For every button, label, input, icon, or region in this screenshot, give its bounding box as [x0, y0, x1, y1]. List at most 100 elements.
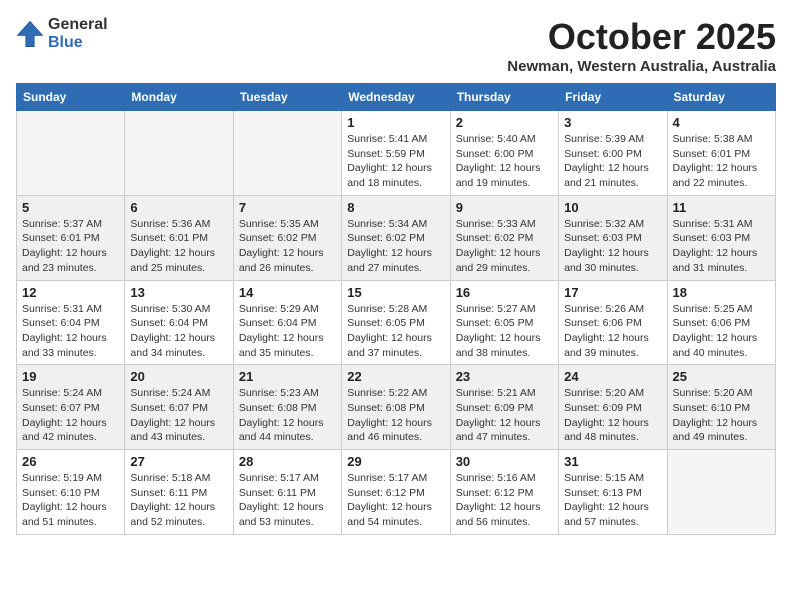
calendar-cell: 26 Sunrise: 5:19 AM Sunset: 6:10 PM Dayli…	[17, 450, 125, 535]
day-info: Sunrise: 5:28 AM Sunset: 6:05 PM Dayligh…	[347, 302, 444, 361]
day-info: Sunrise: 5:27 AM Sunset: 6:05 PM Dayligh…	[456, 302, 553, 361]
calendar-cell: 6 Sunrise: 5:36 AM Sunset: 6:01 PM Daylig…	[125, 195, 233, 280]
calendar-cell: 10 Sunrise: 5:32 AM Sunset: 6:03 PM Dayli…	[559, 195, 667, 280]
day-number: 28	[239, 454, 336, 469]
day-number: 7	[239, 200, 336, 215]
day-number: 23	[456, 369, 553, 384]
day-info: Sunrise: 5:20 AM Sunset: 6:10 PM Dayligh…	[673, 386, 770, 445]
day-info: Sunrise: 5:18 AM Sunset: 6:11 PM Dayligh…	[130, 471, 227, 530]
calendar-cell	[233, 111, 341, 196]
day-number: 27	[130, 454, 227, 469]
day-info: Sunrise: 5:37 AM Sunset: 6:01 PM Dayligh…	[22, 217, 119, 276]
calendar-cell: 23 Sunrise: 5:21 AM Sunset: 6:09 PM Dayli…	[450, 365, 558, 450]
day-number: 21	[239, 369, 336, 384]
day-number: 30	[456, 454, 553, 469]
calendar-cell: 28 Sunrise: 5:17 AM Sunset: 6:11 PM Dayli…	[233, 450, 341, 535]
day-info: Sunrise: 5:41 AM Sunset: 5:59 PM Dayligh…	[347, 132, 444, 191]
day-info: Sunrise: 5:25 AM Sunset: 6:06 PM Dayligh…	[673, 302, 770, 361]
day-number: 10	[564, 200, 661, 215]
day-info: Sunrise: 5:17 AM Sunset: 6:11 PM Dayligh…	[239, 471, 336, 530]
day-number: 29	[347, 454, 444, 469]
calendar-cell: 19 Sunrise: 5:24 AM Sunset: 6:07 PM Dayli…	[17, 365, 125, 450]
logo-icon	[16, 20, 44, 48]
day-info: Sunrise: 5:26 AM Sunset: 6:06 PM Dayligh…	[564, 302, 661, 361]
weekday-header-monday: Monday	[125, 84, 233, 111]
day-number: 19	[22, 369, 119, 384]
calendar-cell: 21Sunrise: 5:23 AM Sunset: 6:08 PM Dayli…	[233, 365, 341, 450]
day-info: Sunrise: 5:24 AM Sunset: 6:07 PM Dayligh…	[130, 386, 227, 445]
day-number: 14	[239, 285, 336, 300]
day-number: 4	[673, 115, 770, 130]
calendar-cell	[125, 111, 233, 196]
day-info: Sunrise: 5:31 AM Sunset: 6:03 PM Dayligh…	[673, 217, 770, 276]
day-info: Sunrise: 5:15 AM Sunset: 6:13 PM Dayligh…	[564, 471, 661, 530]
calendar-cell: 1Sunrise: 5:41 AM Sunset: 5:59 PM Daylig…	[342, 111, 450, 196]
weekday-header-sunday: Sunday	[17, 84, 125, 111]
day-info: Sunrise: 5:40 AM Sunset: 6:00 PM Dayligh…	[456, 132, 553, 191]
weekday-header-saturday: Saturday	[667, 84, 775, 111]
day-info: Sunrise: 5:24 AM Sunset: 6:07 PM Dayligh…	[22, 386, 119, 445]
calendar-cell: 22Sunrise: 5:22 AM Sunset: 6:08 PM Dayli…	[342, 365, 450, 450]
calendar-cell: 31 Sunrise: 5:15 AM Sunset: 6:13 PM Dayli…	[559, 450, 667, 535]
day-number: 6	[130, 200, 227, 215]
calendar-cell	[17, 111, 125, 196]
calendar: SundayMondayTuesdayWednesdayThursdayFrid…	[16, 83, 776, 535]
day-number: 24	[564, 369, 661, 384]
weekday-header-wednesday: Wednesday	[342, 84, 450, 111]
day-info: Sunrise: 5:19 AM Sunset: 6:10 PM Dayligh…	[22, 471, 119, 530]
day-number: 18	[673, 285, 770, 300]
day-info: Sunrise: 5:36 AM Sunset: 6:01 PM Dayligh…	[130, 217, 227, 276]
page-header: General Blue October 2025 Newman, Wester…	[16, 16, 776, 75]
day-info: Sunrise: 5:35 AM Sunset: 6:02 PM Dayligh…	[239, 217, 336, 276]
day-info: Sunrise: 5:16 AM Sunset: 6:12 PM Dayligh…	[456, 471, 553, 530]
calendar-cell: 15 Sunrise: 5:28 AM Sunset: 6:05 PM Dayli…	[342, 280, 450, 365]
calendar-cell: 8 Sunrise: 5:34 AM Sunset: 6:02 PM Daylig…	[342, 195, 450, 280]
day-number: 8	[347, 200, 444, 215]
day-info: Sunrise: 5:17 AM Sunset: 6:12 PM Dayligh…	[347, 471, 444, 530]
calendar-cell: 9Sunrise: 5:33 AM Sunset: 6:02 PM Daylig…	[450, 195, 558, 280]
day-number: 31	[564, 454, 661, 469]
day-number: 22	[347, 369, 444, 384]
calendar-cell: 27 Sunrise: 5:18 AM Sunset: 6:11 PM Dayli…	[125, 450, 233, 535]
month-title: October 2025	[507, 16, 776, 58]
logo-blue: Blue	[48, 34, 108, 52]
day-number: 25	[673, 369, 770, 384]
day-number: 15	[347, 285, 444, 300]
calendar-cell: 30 Sunrise: 5:16 AM Sunset: 6:12 PM Dayli…	[450, 450, 558, 535]
day-number: 13	[130, 285, 227, 300]
day-number: 12	[22, 285, 119, 300]
day-number: 3	[564, 115, 661, 130]
day-info: Sunrise: 5:31 AM Sunset: 6:04 PM Dayligh…	[22, 302, 119, 361]
day-number: 5	[22, 200, 119, 215]
day-number: 26	[22, 454, 119, 469]
day-number: 17	[564, 285, 661, 300]
day-info: Sunrise: 5:29 AM Sunset: 6:04 PM Dayligh…	[239, 302, 336, 361]
calendar-cell: 14 Sunrise: 5:29 AM Sunset: 6:04 PM Dayli…	[233, 280, 341, 365]
day-info: Sunrise: 5:30 AM Sunset: 6:04 PM Dayligh…	[130, 302, 227, 361]
day-number: 11	[673, 200, 770, 215]
location-subtitle: Newman, Western Australia, Australia	[507, 58, 776, 75]
calendar-cell: 5 Sunrise: 5:37 AM Sunset: 6:01 PM Daylig…	[17, 195, 125, 280]
weekday-header-friday: Friday	[559, 84, 667, 111]
day-number: 20	[130, 369, 227, 384]
calendar-cell: 4 Sunrise: 5:38 AM Sunset: 6:01 PM Daylig…	[667, 111, 775, 196]
calendar-cell: 20 Sunrise: 5:24 AM Sunset: 6:07 PM Dayli…	[125, 365, 233, 450]
calendar-cell: 17 Sunrise: 5:26 AM Sunset: 6:06 PM Dayli…	[559, 280, 667, 365]
calendar-cell: 13 Sunrise: 5:30 AM Sunset: 6:04 PM Dayli…	[125, 280, 233, 365]
calendar-cell: 29 Sunrise: 5:17 AM Sunset: 6:12 PM Dayli…	[342, 450, 450, 535]
day-info: Sunrise: 5:38 AM Sunset: 6:01 PM Dayligh…	[673, 132, 770, 191]
day-info: Sunrise: 5:21 AM Sunset: 6:09 PM Dayligh…	[456, 386, 553, 445]
calendar-cell: 2Sunrise: 5:40 AM Sunset: 6:00 PM Daylig…	[450, 111, 558, 196]
day-info: Sunrise: 5:34 AM Sunset: 6:02 PM Dayligh…	[347, 217, 444, 276]
calendar-cell: 24 Sunrise: 5:20 AM Sunset: 6:09 PM Dayli…	[559, 365, 667, 450]
day-number: 16	[456, 285, 553, 300]
title-area: October 2025 Newman, Western Australia, …	[507, 16, 776, 75]
day-info: Sunrise: 5:20 AM Sunset: 6:09 PM Dayligh…	[564, 386, 661, 445]
logo-general: General	[48, 16, 108, 34]
calendar-cell	[667, 450, 775, 535]
day-info: Sunrise: 5:32 AM Sunset: 6:03 PM Dayligh…	[564, 217, 661, 276]
calendar-cell: 18 Sunrise: 5:25 AM Sunset: 6:06 PM Dayli…	[667, 280, 775, 365]
calendar-cell: 3Sunrise: 5:39 AM Sunset: 6:00 PM Daylig…	[559, 111, 667, 196]
calendar-cell: 7 Sunrise: 5:35 AM Sunset: 6:02 PM Daylig…	[233, 195, 341, 280]
weekday-header-thursday: Thursday	[450, 84, 558, 111]
